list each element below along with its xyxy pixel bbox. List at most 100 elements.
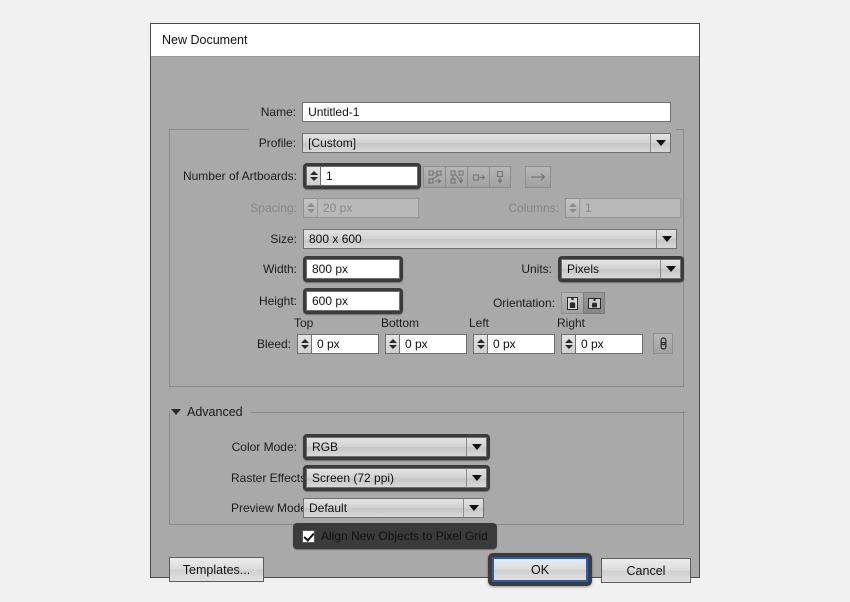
advanced-section-header[interactable]: Advanced xyxy=(171,405,686,419)
stepper-down-icon[interactable] xyxy=(565,345,573,349)
profile-value: [Custom] xyxy=(308,136,356,150)
ok-button-label: OK xyxy=(531,563,549,577)
artboards-stepper[interactable]: 1 xyxy=(306,166,418,186)
stepper-down-icon[interactable] xyxy=(310,177,318,181)
bleed-left-input[interactable]: 0 px xyxy=(487,334,555,354)
name-input[interactable]: Untitled-1 xyxy=(302,102,671,122)
height-row: Height: 600 px xyxy=(231,288,403,314)
units-value: Pixels xyxy=(567,262,599,276)
bleed-top-stepper[interactable]: 0 px xyxy=(297,334,379,354)
stepper-down-icon[interactable] xyxy=(477,345,485,349)
bleed-bottom-header: Bottom xyxy=(381,316,419,330)
templates-button[interactable]: Templates... xyxy=(169,557,264,582)
stepper-up-icon[interactable] xyxy=(310,171,318,175)
bleed-right-stepper[interactable]: 0 px xyxy=(561,334,643,354)
new-document-dialog: New Document Name: Untitled-1 Profile: [… xyxy=(150,23,700,578)
portrait-icon xyxy=(565,296,580,311)
grid-by-column-icon xyxy=(450,170,464,184)
cancel-button[interactable]: Cancel xyxy=(601,558,691,583)
dialog-title: New Document xyxy=(162,33,247,47)
align-pixel-grid-checkbox[interactable] xyxy=(302,530,315,543)
color-mode-dropdown[interactable]: RGB xyxy=(306,437,487,457)
bleed-link-button[interactable] xyxy=(653,333,673,354)
cancel-button-label: Cancel xyxy=(627,564,666,578)
right-to-left-layout-button[interactable] xyxy=(525,166,551,188)
stepper-down-icon[interactable] xyxy=(389,345,397,349)
stepper-down-icon xyxy=(569,209,577,213)
stepper-up-icon[interactable] xyxy=(477,339,485,343)
bleed-left-stepper[interactable]: 0 px xyxy=(473,334,555,354)
bleed-label: Bleed: xyxy=(231,337,297,351)
raster-effects-dropdown[interactable]: Screen (72 ppi) xyxy=(306,468,487,488)
bleed-right-header: Right xyxy=(557,316,585,330)
name-row: Name: Untitled-1 xyxy=(231,102,671,122)
name-label: Name: xyxy=(231,105,302,119)
columns-stepper: 1 xyxy=(565,198,681,218)
orientation-landscape-button[interactable] xyxy=(583,292,605,314)
color-mode-focus-ring: RGB xyxy=(303,434,490,460)
width-row: Width: 800 px xyxy=(231,256,403,282)
size-row: Size: 800 x 600 xyxy=(231,229,677,249)
orientation-label: Orientation: xyxy=(471,296,561,310)
dialog-titlebar: New Document xyxy=(151,24,699,57)
chevron-down-icon xyxy=(656,230,676,248)
bleed-right-spinner-buttons[interactable] xyxy=(561,334,575,354)
bleed-bottom-spinner-buttons[interactable] xyxy=(385,334,399,354)
stepper-up-icon xyxy=(569,203,577,207)
width-input[interactable]: 800 px xyxy=(306,259,400,279)
stepper-up-icon[interactable] xyxy=(565,339,573,343)
advanced-label: Advanced xyxy=(187,405,243,419)
bleed-bottom-stepper[interactable]: 0 px xyxy=(385,334,467,354)
stepper-down-icon[interactable] xyxy=(301,345,309,349)
profile-dropdown[interactable]: [Custom] xyxy=(302,133,671,153)
preview-mode-dropdown[interactable]: Default xyxy=(303,498,484,518)
grid-by-column-icon-button[interactable] xyxy=(445,166,467,188)
bleed-top-spinner-buttons[interactable] xyxy=(297,334,311,354)
arrange-by-row-icon-button[interactable] xyxy=(467,166,489,188)
profile-label: Profile: xyxy=(231,136,302,150)
landscape-icon xyxy=(587,296,602,311)
ok-button-focus-ring: OK xyxy=(488,553,592,586)
artboard-arrangement-buttons xyxy=(423,166,551,188)
artboards-label: Number of Artboards: xyxy=(171,169,303,183)
chevron-down-icon xyxy=(650,134,670,152)
size-dropdown[interactable]: 800 x 600 xyxy=(303,229,677,249)
artboards-spinner-buttons[interactable] xyxy=(306,166,320,186)
disclosure-triangle-icon[interactable] xyxy=(171,409,181,415)
color-mode-label: Color Mode: xyxy=(231,440,303,454)
size-label: Size: xyxy=(231,232,303,246)
bleed-top-header: Top xyxy=(294,316,313,330)
size-value: 800 x 600 xyxy=(309,232,362,246)
color-mode-value: RGB xyxy=(312,440,338,454)
arrange-by-row-icon xyxy=(472,170,486,184)
stepper-up-icon[interactable] xyxy=(301,339,309,343)
height-input[interactable]: 600 px xyxy=(306,291,400,311)
grid-by-row-icon-button[interactable] xyxy=(423,166,445,188)
bleed-left-spinner-buttons[interactable] xyxy=(473,334,487,354)
dialog-body: Name: Untitled-1 Profile: [Custom] Numbe… xyxy=(151,57,699,577)
profile-row: Profile: [Custom] xyxy=(231,133,671,153)
stepper-up-icon[interactable] xyxy=(389,339,397,343)
width-focus-ring: 800 px xyxy=(303,256,403,282)
bleed-right-input[interactable]: 0 px xyxy=(575,334,643,354)
bleed-left-header: Left xyxy=(469,316,489,330)
orientation-portrait-button[interactable] xyxy=(561,292,583,314)
units-dropdown[interactable]: Pixels xyxy=(561,259,681,279)
arrange-by-column-icon xyxy=(493,170,507,184)
artboards-input[interactable]: 1 xyxy=(320,166,418,186)
advanced-header-rule xyxy=(251,412,686,413)
raster-effects-focus-ring: Screen (72 ppi) xyxy=(303,465,490,491)
align-pixel-grid-checkbox-row[interactable]: Align New Objects to Pixel Grid xyxy=(296,526,494,546)
raster-effects-value: Screen (72 ppi) xyxy=(312,471,394,485)
chevron-down-icon xyxy=(466,438,486,456)
spacing-stepper: 20 px xyxy=(303,198,419,218)
preview-mode-label: Preview Mode: xyxy=(231,501,303,515)
arrange-by-column-icon-button[interactable] xyxy=(489,166,511,188)
bleed-bottom-input[interactable]: 0 px xyxy=(399,334,467,354)
bleed-top-input[interactable]: 0 px xyxy=(311,334,379,354)
ok-button[interactable]: OK xyxy=(492,557,588,582)
height-focus-ring: 600 px xyxy=(303,288,403,314)
align-pixel-grid-label: Align New Objects to Pixel Grid xyxy=(321,529,488,543)
chevron-down-icon xyxy=(463,499,483,517)
orientation-row: Orientation: xyxy=(471,292,605,314)
